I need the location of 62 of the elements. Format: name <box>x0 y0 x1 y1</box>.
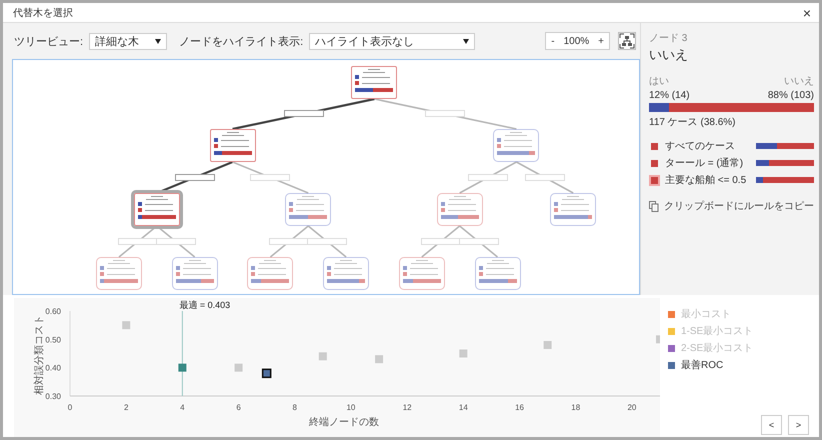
nav-button[interactable]: > <box>788 415 809 435</box>
yes-label: はい <box>649 75 669 88</box>
tree-view-label: ツリービュー: <box>14 34 84 48</box>
tree-node[interactable] <box>550 193 596 226</box>
zoom-out-button[interactable]: - <box>546 36 560 46</box>
node-title: ノード 3 <box>649 32 688 45</box>
tree-view-select[interactable]: 詳細な木 <box>89 32 168 50</box>
rule-label[interactable]: ターール = (通常) <box>665 156 751 170</box>
highlight-select[interactable]: ハイライト表示なし <box>309 32 476 50</box>
highlight-label: ノードをハイライト表示: <box>179 34 304 48</box>
data-point[interactable] <box>262 368 272 378</box>
y-tick-label: 0.60 <box>45 307 61 316</box>
tree-node[interactable] <box>351 66 398 99</box>
rule-bar <box>756 143 814 149</box>
tree-node[interactable] <box>210 129 256 162</box>
caret-icon <box>155 38 162 44</box>
x-tick-label: 20 <box>627 403 636 412</box>
close-button[interactable]: × <box>800 4 813 20</box>
legend-label[interactable]: 最善ROC <box>681 358 724 372</box>
zoom-level: 100% <box>562 36 590 46</box>
x-tick-label: 16 <box>515 403 524 412</box>
node-class: いいえ <box>649 46 689 64</box>
tree-node[interactable] <box>134 193 180 226</box>
tree-node[interactable] <box>285 193 332 226</box>
rule-bar <box>756 177 814 183</box>
y-tick-label: 0.40 <box>45 364 61 373</box>
tree-node[interactable] <box>493 129 540 162</box>
fit-tree-icon[interactable] <box>618 32 636 50</box>
x-tick-label: 4 <box>180 403 185 412</box>
tree-node[interactable] <box>96 257 142 290</box>
x-tick-label: 6 <box>236 403 241 412</box>
x-tick-label: 0 <box>68 403 72 412</box>
rule-label[interactable]: 主要な船舶 <= 0.5 <box>665 173 751 187</box>
x-tick-label: 18 <box>571 403 580 412</box>
rule-bar <box>756 160 814 166</box>
yes-value: 12% (14) <box>649 90 690 101</box>
copy-icon <box>649 200 659 212</box>
no-label: いいえ <box>784 75 814 88</box>
optimum-label: 最適 = 0.403 <box>179 300 230 310</box>
x-tick-label: 14 <box>458 403 468 412</box>
zoom-in-button[interactable]: + <box>593 36 609 46</box>
copy-rules-link[interactable]: クリップボードにルールをコピー <box>664 199 814 213</box>
y-tick-label: 0.50 <box>45 335 61 344</box>
case-count: 117 ケース (38.6%) <box>649 116 737 129</box>
y-tick-label: 0.30 <box>45 392 61 401</box>
tree-node[interactable] <box>247 257 294 290</box>
caret-icon <box>463 38 470 44</box>
x-tick-label: 12 <box>402 403 412 412</box>
tree-node[interactable] <box>436 193 483 226</box>
rule-label[interactable]: すべてのケース <box>665 139 751 153</box>
x-tick-label: 8 <box>292 403 297 412</box>
x-axis-title: 終端ノードの数 <box>309 417 379 428</box>
x-tick-label: 2 <box>124 403 128 412</box>
y-axis-title: 相対誤分類コスト <box>34 315 45 395</box>
tree-node[interactable] <box>323 257 370 290</box>
tree-node[interactable] <box>398 257 445 290</box>
x-tick-label: 10 <box>346 403 356 412</box>
nav-button[interactable]: < <box>761 415 782 435</box>
tree-node[interactable] <box>172 257 218 290</box>
window-title: 代替木を選択 <box>13 6 73 20</box>
no-value: 88% (103) <box>768 90 814 101</box>
tree-node[interactable] <box>474 257 520 290</box>
